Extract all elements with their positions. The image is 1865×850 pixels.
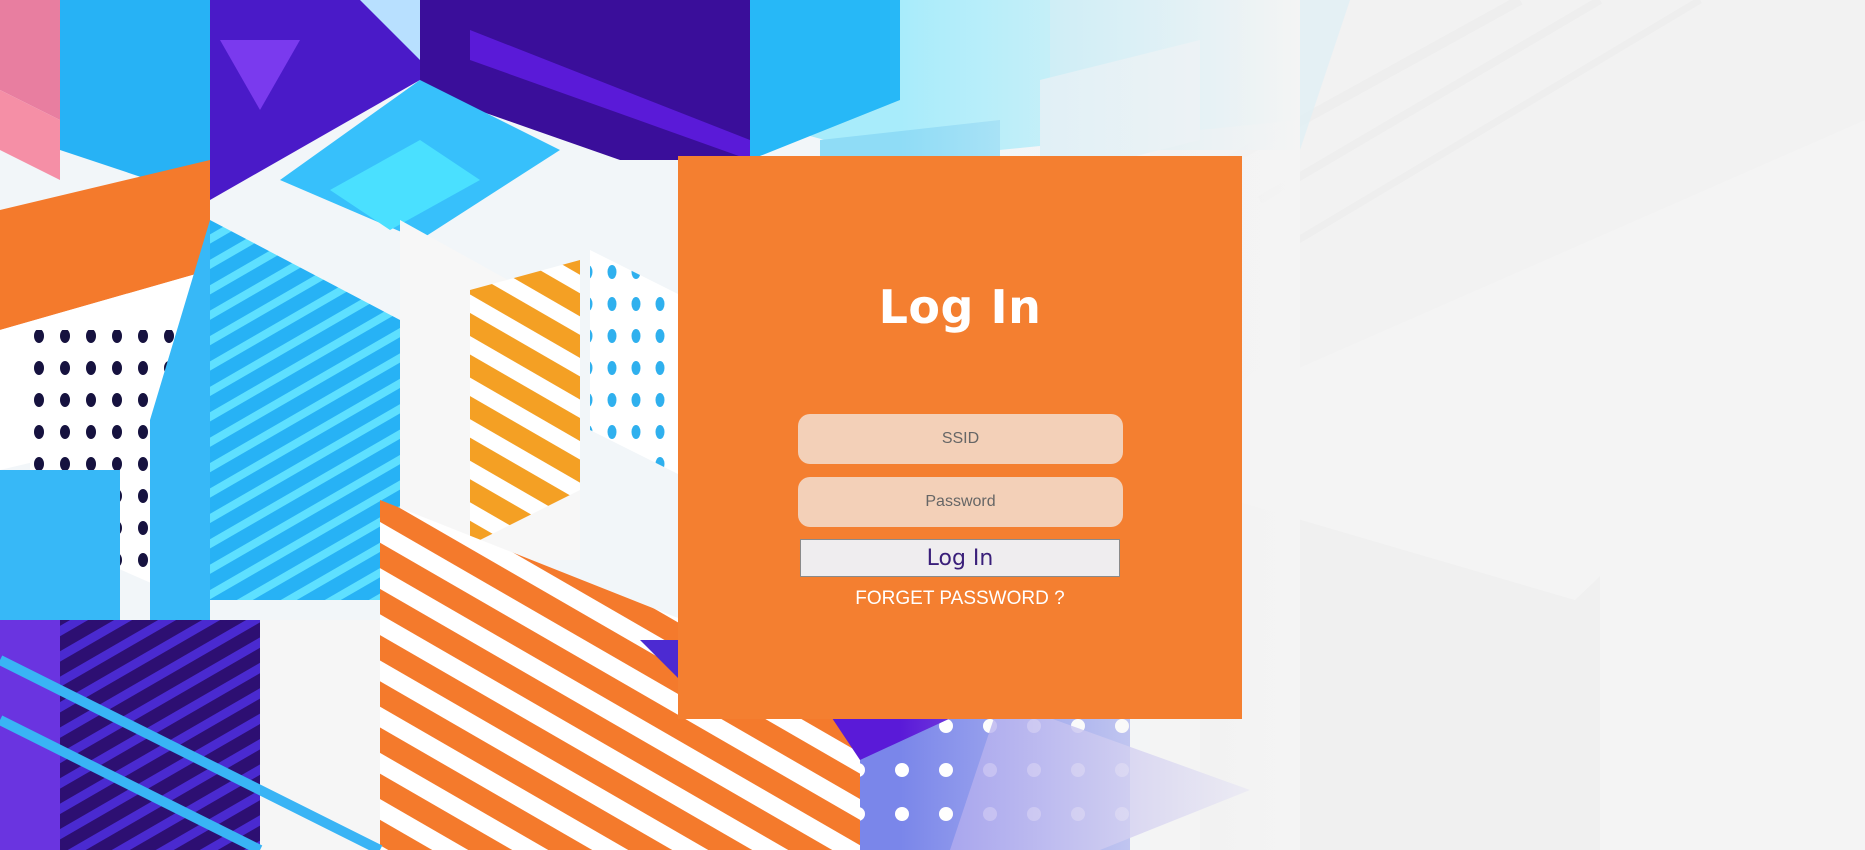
- login-card: Log In Log In FORGET PASSWORD ?: [678, 156, 1242, 719]
- ssid-input[interactable]: [798, 414, 1123, 464]
- forget-password-link[interactable]: FORGET PASSWORD ?: [678, 588, 1242, 610]
- login-title: Log In: [878, 280, 1042, 334]
- login-button[interactable]: Log In: [800, 539, 1120, 577]
- login-page: Log In Log In FORGET PASSWORD ?: [0, 0, 1865, 850]
- password-input[interactable]: [798, 477, 1123, 527]
